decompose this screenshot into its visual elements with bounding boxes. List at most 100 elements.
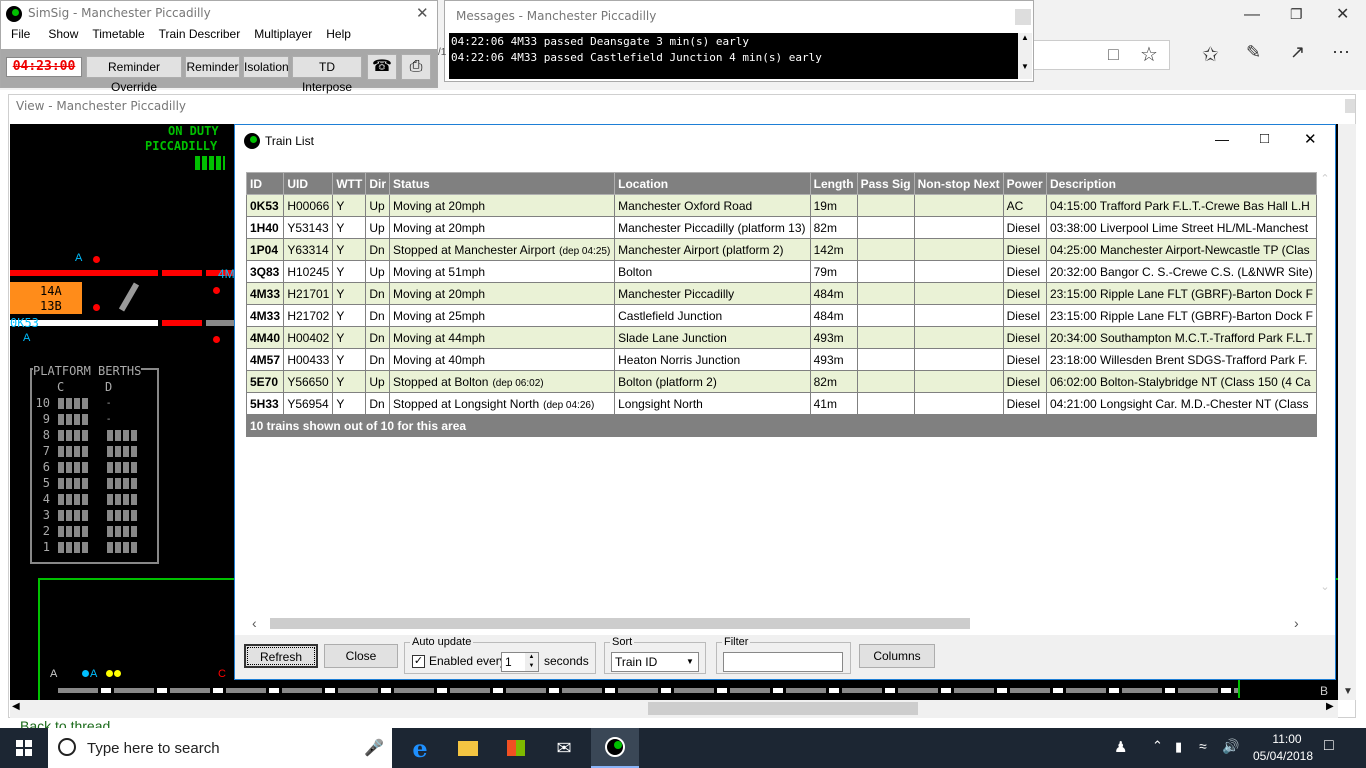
berth-c[interactable]: [58, 446, 88, 457]
scroll-down-icon[interactable]: ⌄: [1317, 580, 1333, 593]
view-horizontal-scrollbar[interactable]: ◀ ▶: [10, 700, 1338, 718]
reading-view-icon[interactable]: □: [1108, 44, 1130, 66]
menu-file[interactable]: File: [11, 27, 30, 47]
berth-d[interactable]: [107, 462, 137, 473]
berth-c[interactable]: [58, 478, 88, 489]
berth-c[interactable]: [58, 430, 88, 441]
col-dir[interactable]: Dir: [365, 172, 391, 195]
berth-c[interactable]: [58, 494, 88, 505]
table-row[interactable]: 1P04 Y63314 Y Dn Stopped at Manchester Airpo…: [246, 238, 1317, 261]
file-explorer-icon[interactable]: [444, 728, 492, 768]
menu-multiplayer[interactable]: Multiplayer: [254, 27, 312, 47]
messages-scrollbar[interactable]: ▲ ▼: [1018, 33, 1032, 79]
telephone-icon[interactable]: ☎: [367, 54, 397, 80]
close-icon[interactable]: ✕: [1336, 4, 1349, 24]
td-interpose-button[interactable]: TD Interpose: [292, 56, 362, 94]
col-uid[interactable]: UID: [283, 172, 334, 195]
windows-start-icon[interactable]: [0, 728, 48, 768]
favorite-star-icon[interactable]: ☆: [1140, 42, 1162, 66]
reminder-override-button[interactable]: Reminder Override: [86, 56, 182, 94]
view-horizontal-thumb[interactable]: [648, 702, 918, 715]
berth-d[interactable]: [107, 526, 137, 537]
berth-d[interactable]: [107, 446, 137, 457]
berth-c[interactable]: [58, 542, 88, 553]
restore-icon[interactable]: ❐: [1290, 6, 1303, 23]
favorites-hub-icon[interactable]: ✩: [1202, 42, 1224, 66]
wifi-icon[interactable]: ≈: [1199, 738, 1207, 754]
berth-d[interactable]: [107, 430, 137, 441]
berth-d[interactable]: [107, 478, 137, 489]
table-row[interactable]: 4M40 H00402 Y Dn Moving at 44mph Slade Lane J…: [246, 326, 1317, 349]
menu-help[interactable]: Help: [326, 27, 351, 47]
taskbar-date[interactable]: 05/04/2018: [1248, 749, 1318, 763]
signal-4[interactable]: [213, 336, 220, 343]
view-vertical-scrollbar[interactable]: [1338, 124, 1356, 700]
close-button[interactable]: Close: [324, 644, 398, 668]
table-row[interactable]: 4M57 H00433 Y Dn Moving at 40mph Heaton Norri…: [246, 348, 1317, 371]
col-wtt[interactable]: WTT: [332, 172, 367, 195]
col-length[interactable]: Length: [809, 172, 858, 195]
simsig-close-icon[interactable]: ✕: [416, 4, 429, 22]
back-to-thread-link[interactable]: Back to thread: [20, 719, 110, 728]
col-description[interactable]: Description: [1045, 172, 1317, 195]
col-location[interactable]: Location: [614, 172, 811, 195]
table-row[interactable]: 4M33 H21701 Y Dn Moving at 20mph Manchester P…: [246, 282, 1317, 305]
more-icon[interactable]: ⋯: [1332, 42, 1354, 64]
show-hidden-icons-chevron-icon[interactable]: ⌃: [1152, 738, 1163, 754]
signal-6[interactable]: [106, 670, 113, 677]
col-status[interactable]: Status: [389, 172, 616, 195]
share-icon[interactable]: ↗: [1290, 42, 1312, 64]
chevron-down-icon[interactable]: ▼: [683, 654, 697, 670]
train-list-close-icon[interactable]: ✕: [1304, 130, 1317, 148]
volume-icon[interactable]: 🔊: [1222, 738, 1239, 755]
menu-train-describer[interactable]: Train Describer: [159, 27, 241, 47]
battery-icon[interactable]: ▮: [1175, 739, 1182, 755]
berth-c[interactable]: [58, 398, 88, 409]
view-scroll-right-icon[interactable]: ▶: [1326, 701, 1334, 712]
isolation-button[interactable]: Isolation: [243, 56, 289, 78]
refresh-button[interactable]: Refresh: [244, 644, 318, 668]
berth-c[interactable]: [58, 462, 88, 473]
columns-button[interactable]: Columns: [859, 644, 935, 668]
messages-close-icon[interactable]: [1015, 9, 1031, 25]
berth-c[interactable]: [58, 414, 88, 425]
berth-d[interactable]: [107, 510, 137, 521]
reminder-button[interactable]: Reminder: [185, 56, 240, 78]
col-non-stop-next[interactable]: Non-stop Next: [913, 172, 1004, 195]
berth-d[interactable]: -: [107, 414, 115, 425]
signal-3[interactable]: [213, 287, 220, 294]
table-row[interactable]: 5H33 Y56954 Y Dn Stopped at Longsight North(…: [246, 392, 1317, 415]
people-icon[interactable]: ♟: [1114, 738, 1127, 756]
table-row[interactable]: 0K53 H00066 Y Up Moving at 20mph Manchester O…: [246, 194, 1317, 217]
col-id[interactable]: ID: [246, 172, 285, 195]
printer-icon[interactable]: ⎙: [401, 54, 431, 80]
auto-update-checkbox[interactable]: ✓: [412, 655, 425, 668]
scroll-down-icon[interactable]: ▼: [1018, 62, 1032, 71]
filter-input[interactable]: [723, 652, 843, 672]
table-row[interactable]: 3Q83 H10245 Y Up Moving at 51mph Bolton 79m Die…: [246, 260, 1317, 283]
table-row[interactable]: 5E70 Y56650 Y Up Stopped at Bolton (dep 06:02…: [246, 370, 1317, 393]
simsig-taskbar-icon[interactable]: [591, 728, 639, 768]
taskbar-time[interactable]: 11:00: [1262, 732, 1312, 746]
table-row[interactable]: 1H40 Y53143 Y Up Moving at 20mph Manchester P…: [246, 216, 1317, 239]
view-close-icon[interactable]: [1345, 99, 1355, 113]
scroll-up-icon[interactable]: ▲: [1018, 33, 1032, 42]
col-power[interactable]: Power: [1002, 172, 1047, 195]
berth-d[interactable]: -: [107, 398, 115, 409]
view-scroll-left-icon[interactable]: ◀: [12, 701, 20, 712]
pen-icon[interactable]: ✎: [1246, 42, 1268, 64]
clock-display[interactable]: 04:23:00: [6, 57, 82, 77]
menu-show[interactable]: Show: [48, 27, 78, 47]
train-list-maximize-icon[interactable]: □: [1260, 130, 1269, 147]
scroll-left-icon[interactable]: ‹: [252, 615, 257, 631]
signal-5[interactable]: [82, 670, 89, 677]
table-row[interactable]: 4M33 H21702 Y Dn Moving at 25mph Castlefield …: [246, 304, 1317, 327]
taskbar-search-box[interactable]: Type here to search 🎤: [48, 728, 392, 768]
signal-7[interactable]: [114, 670, 121, 677]
mail-icon[interactable]: ✉: [540, 728, 588, 768]
train-list-minimize-icon[interactable]: —: [1215, 131, 1229, 147]
stepper-arrows-icon[interactable]: ▲ ▼: [525, 653, 538, 671]
horizontal-scroll-thumb[interactable]: [270, 618, 970, 629]
berth-c[interactable]: [58, 526, 88, 537]
signal-1[interactable]: [93, 256, 100, 263]
